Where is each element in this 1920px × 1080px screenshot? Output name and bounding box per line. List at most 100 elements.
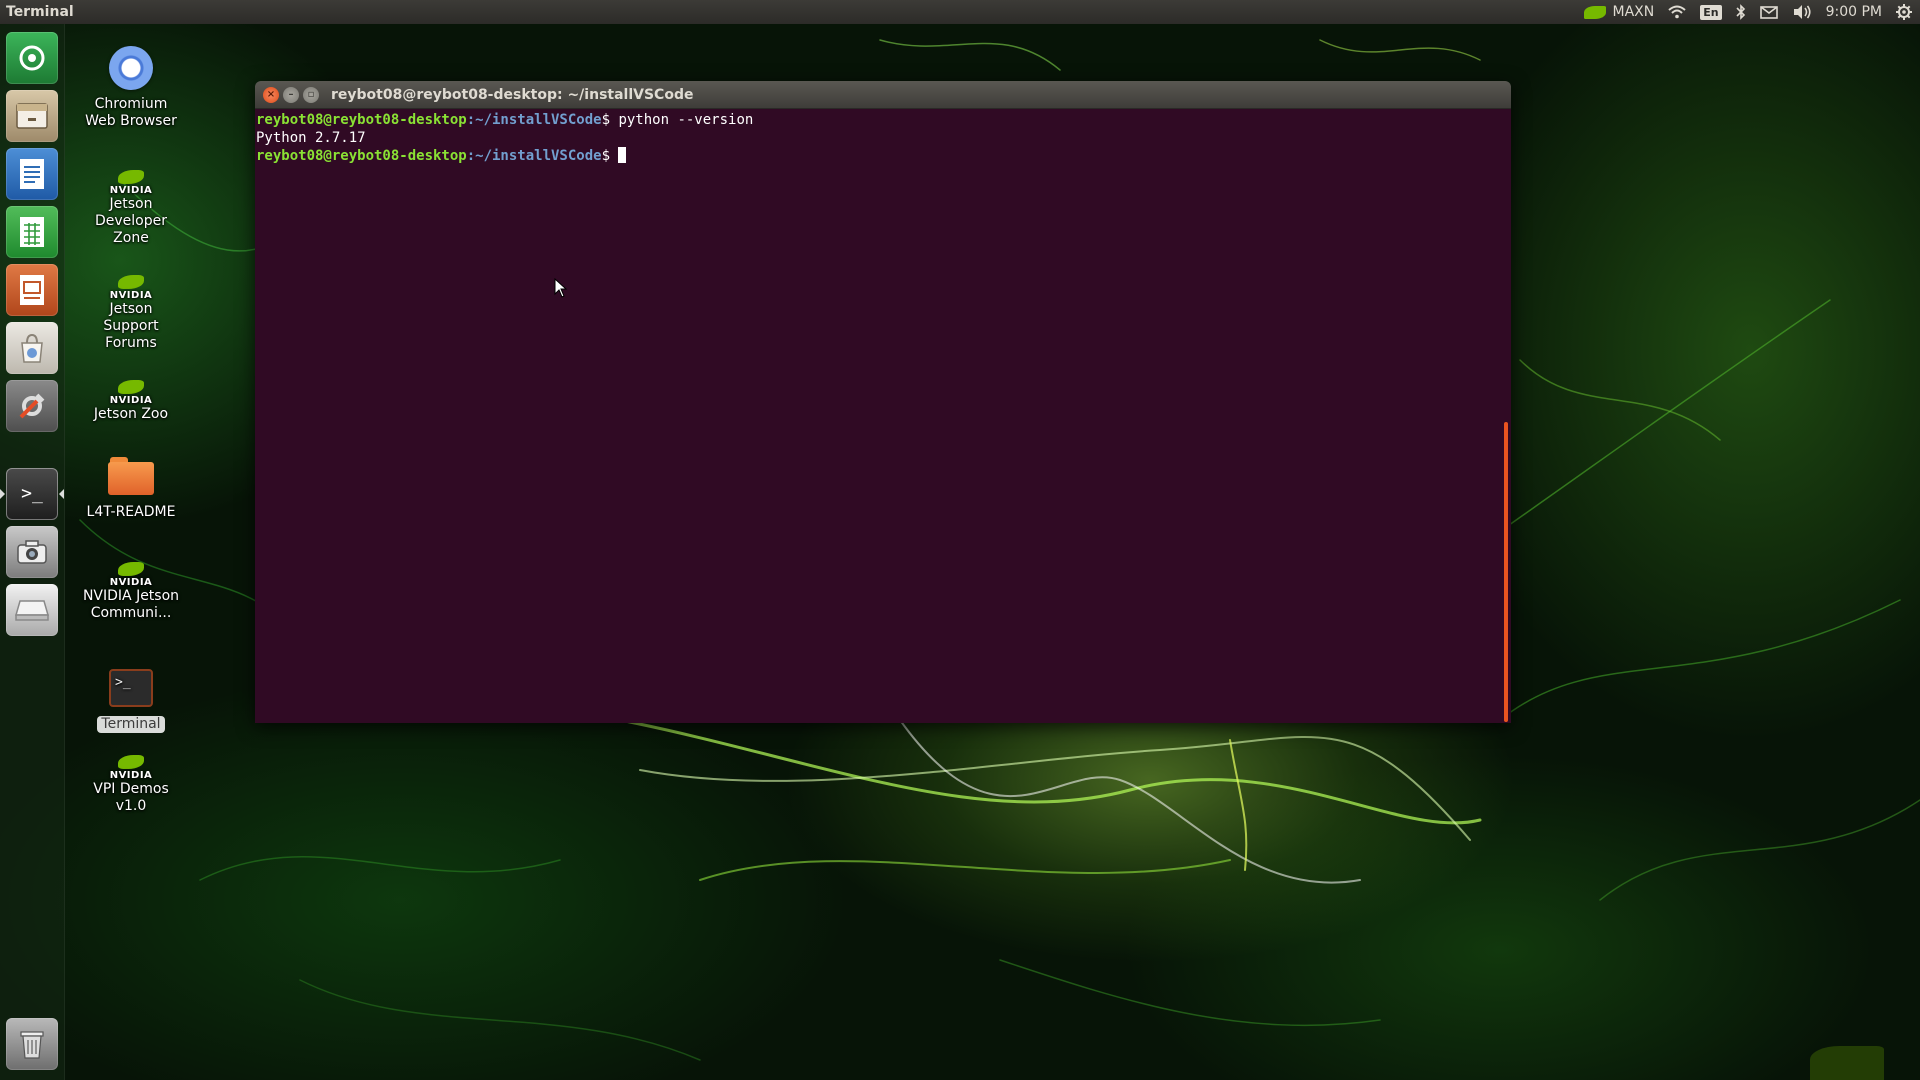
launcher-software-center[interactable] xyxy=(6,322,58,374)
chromium-icon xyxy=(109,46,153,90)
prompt-user-host: reybot08@reybot08-desktop xyxy=(256,148,467,164)
scrollbar[interactable] xyxy=(1504,422,1508,722)
output-text: Python 2.7.17 xyxy=(256,130,366,146)
desktop-icon-jetson-support-forums[interactable]: NVIDIA Jetson Support Forums xyxy=(81,265,181,352)
clock-indicator[interactable]: 9:00 PM xyxy=(1826,0,1882,24)
maximize-icon: ▫ xyxy=(307,88,315,100)
launcher-impress[interactable] xyxy=(6,264,58,316)
nvidia-icon: NVIDIA xyxy=(107,552,155,588)
minimize-button[interactable]: – xyxy=(283,86,299,103)
launcher-screenshot[interactable] xyxy=(6,526,58,578)
close-button[interactable]: × xyxy=(263,86,279,103)
terminal-icon: >_ xyxy=(21,483,43,504)
desktop-icon-vpi-demos[interactable]: NVIDIA VPI Demos v1.0 xyxy=(81,745,181,815)
prompt-path: :~/installVSCode xyxy=(466,148,602,164)
keyboard-language-label: En xyxy=(1700,4,1722,20)
files-icon xyxy=(16,103,48,129)
minimize-icon: – xyxy=(288,88,294,100)
nvidia-eye-shape xyxy=(118,755,144,769)
desktop-icon-jetson-zoo[interactable]: NVIDIA Jetson Zoo xyxy=(81,370,181,423)
software-center-icon xyxy=(21,333,43,363)
desktop-icon-l4t-readme[interactable]: L4T-README xyxy=(81,452,181,521)
maximize-button[interactable]: ▫ xyxy=(303,86,319,103)
gear-icon xyxy=(1896,4,1912,20)
nvidia-logo-text: NVIDIA xyxy=(109,770,153,781)
mouse-pointer-icon xyxy=(554,278,568,298)
desktop-icon-label: NVIDIA Jetson Communi... xyxy=(82,588,180,621)
nvidia-icon xyxy=(1584,5,1607,19)
desktop-icon-label: Terminal xyxy=(97,716,165,733)
launcher-trash[interactable] xyxy=(6,1018,58,1070)
wifi-indicator[interactable] xyxy=(1668,0,1686,24)
nvidia-eye-shape xyxy=(118,170,144,184)
prompt-symbol: $ xyxy=(601,148,611,164)
active-app-title[interactable]: Terminal xyxy=(6,4,74,20)
desktop-icon-label: VPI Demos v1.0 xyxy=(93,781,169,814)
terminal-titlebar[interactable]: × – ▫ reybot08@reybot08-desktop: ~/insta… xyxy=(255,81,1511,109)
launcher-files[interactable] xyxy=(6,90,58,142)
drive-icon xyxy=(15,600,49,621)
terminal-icon: >_ xyxy=(109,669,153,707)
nvidia-icon: NVIDIA xyxy=(107,370,155,406)
keyboard-layout-indicator[interactable]: En xyxy=(1700,0,1722,24)
wifi-icon xyxy=(1668,5,1686,19)
desktop-icon-nvidia-jetson-community[interactable]: NVIDIA NVIDIA Jetson Communi... xyxy=(81,552,181,622)
clock-label: 9:00 PM xyxy=(1825,4,1882,20)
desktop-icon-label: Jetson Zoo xyxy=(93,406,169,422)
launcher-system-settings[interactable] xyxy=(6,380,58,432)
nvidia-eye-shape xyxy=(118,275,144,289)
close-icon: × xyxy=(266,88,276,100)
writer-icon xyxy=(20,159,44,189)
prompt-user-host: reybot08@reybot08-desktop xyxy=(256,112,467,128)
launcher-running-indicator xyxy=(0,489,5,499)
terminal-output[interactable]: reybot08@reybot08-desktop:~/installVSCod… xyxy=(255,109,1511,723)
desktop-icon-label: Jetson Support Forums xyxy=(103,301,159,351)
launcher: >_ xyxy=(0,24,65,1080)
bluetooth-indicator[interactable] xyxy=(1736,0,1746,24)
settings-icon xyxy=(19,393,45,419)
sound-indicator[interactable] xyxy=(1792,0,1812,24)
launcher-drive[interactable] xyxy=(6,584,58,636)
mail-icon xyxy=(1759,5,1778,19)
terminal-window[interactable]: × – ▫ reybot08@reybot08-desktop: ~/insta… xyxy=(255,81,1511,723)
window-title: reybot08@reybot08-desktop: ~/installVSCo… xyxy=(331,86,694,103)
messaging-indicator[interactable] xyxy=(1759,0,1778,24)
launcher-updater[interactable] xyxy=(6,32,58,84)
impress-icon xyxy=(20,275,44,305)
launcher-focused-indicator xyxy=(59,489,64,499)
text-cursor xyxy=(618,147,627,163)
window-controls: × – ▫ xyxy=(263,86,319,103)
nvidia-logo-text: NVIDIA xyxy=(109,577,153,588)
desktop-icon-label: L4T-README xyxy=(86,504,176,520)
terminal-line: reybot08@reybot08-desktop:~/installVSCod… xyxy=(256,147,1511,165)
nvidia-logo-text: NVIDIA xyxy=(109,185,153,196)
top-panel: Terminal MAXN En 9:00 PM xyxy=(0,0,1920,24)
trash-icon xyxy=(20,1031,44,1059)
nvidia-logo-text: NVIDIA xyxy=(109,290,153,301)
desktop-icon-chromium[interactable]: Chromium Web Browser xyxy=(81,44,181,130)
nvidia-icon: NVIDIA xyxy=(107,160,155,196)
power-mode-label: MAXN xyxy=(1612,4,1655,20)
power-mode-indicator[interactable]: MAXN xyxy=(1584,0,1654,24)
nvidia-icon: NVIDIA xyxy=(107,745,155,781)
prompt-path: :~/installVSCode xyxy=(466,112,602,128)
volume-icon xyxy=(1793,5,1811,19)
calc-icon xyxy=(20,217,44,247)
launcher-writer[interactable] xyxy=(6,148,58,200)
system-indicators: MAXN En 9:00 PM xyxy=(1584,0,1912,24)
nvidia-watermark-icon xyxy=(1810,1046,1884,1080)
chromium-icon-wrap xyxy=(107,44,155,92)
updater-icon xyxy=(19,45,45,71)
nvidia-icon: NVIDIA xyxy=(107,265,155,301)
session-indicator[interactable] xyxy=(1896,0,1912,24)
desktop-icon-label: Chromium Web Browser xyxy=(85,96,177,129)
command-text xyxy=(610,148,618,164)
launcher-calc[interactable] xyxy=(6,206,58,258)
desktop-icon-label: Jetson Developer Zone xyxy=(94,196,167,246)
desktop-icon-terminal[interactable]: >_ Terminal xyxy=(81,664,181,733)
nvidia-eye-shape xyxy=(118,562,144,576)
desktop-icon-jetson-developer-zone[interactable]: NVIDIA Jetson Developer Zone xyxy=(81,160,181,247)
camera-icon xyxy=(17,540,47,564)
command-text: python --version xyxy=(610,112,754,128)
launcher-terminal[interactable]: >_ xyxy=(6,468,58,520)
